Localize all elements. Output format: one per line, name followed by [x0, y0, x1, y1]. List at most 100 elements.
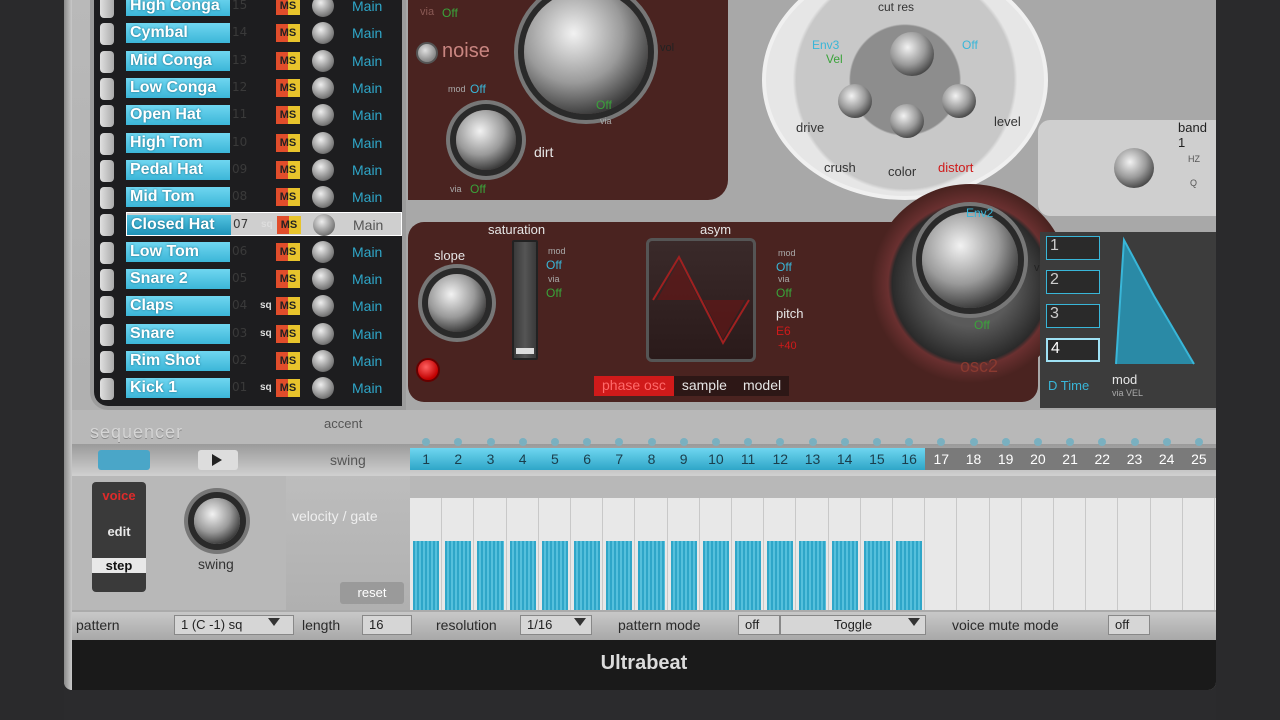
filter-off[interactable]: Off	[962, 38, 978, 52]
drive-knob[interactable]	[838, 84, 872, 118]
voice-pan-knob[interactable]	[312, 158, 334, 181]
crush-knob[interactable]	[890, 104, 924, 138]
reset-button[interactable]: reset	[340, 582, 404, 604]
velocity-bar[interactable]	[413, 541, 440, 610]
voice-output[interactable]: Main	[352, 244, 382, 260]
velocity-bar[interactable]	[606, 541, 633, 610]
voice-output[interactable]: Main	[352, 53, 382, 69]
voice-tab[interactable]	[100, 269, 114, 291]
voice-name[interactable]: High Tom	[126, 132, 230, 153]
voice-name[interactable]: Closed Hat	[127, 215, 231, 236]
step-22[interactable]: 22	[1086, 448, 1118, 470]
voice-tab[interactable]	[100, 350, 114, 373]
dirt-knob[interactable]	[456, 110, 516, 170]
voice-pan-knob[interactable]	[312, 322, 334, 345]
voice-tab[interactable]	[100, 296, 114, 319]
voice-name[interactable]: Claps	[126, 296, 230, 317]
voice-tab[interactable]	[100, 159, 114, 182]
mute-solo-button[interactable]: MS	[276, 379, 300, 398]
voice-row[interactable]: Low Conga 12 MS Main	[126, 76, 402, 100]
voice-output[interactable]: Main	[352, 0, 382, 14]
env2-label[interactable]: Env2	[966, 206, 993, 220]
velocity-bar[interactable]	[863, 541, 890, 610]
voice-name[interactable]: Mid Conga	[126, 50, 230, 71]
voice-row[interactable]: Snare 03 sq MS Main	[126, 322, 402, 346]
mute-solo-button[interactable]: MS	[276, 160, 300, 179]
accent-dot[interactable]	[486, 438, 495, 446]
step-13[interactable]: 13	[796, 448, 829, 470]
velocity-column[interactable]	[957, 498, 990, 610]
velocity-bar[interactable]	[735, 541, 762, 610]
level-knob[interactable]	[942, 84, 976, 118]
voice-tab[interactable]	[100, 132, 114, 155]
accent-dot[interactable]	[808, 438, 817, 446]
voice-row[interactable]: High Conga 15 MS Main	[126, 0, 402, 18]
voice-pan-knob[interactable]	[312, 49, 334, 72]
velocity-bar[interactable]	[831, 541, 858, 610]
voice-output[interactable]: Main	[352, 189, 382, 205]
velocity-column[interactable]	[1183, 498, 1215, 610]
voice-output[interactable]: Main	[352, 25, 382, 41]
voice-tab[interactable]	[100, 105, 114, 128]
voice-output[interactable]: Main	[352, 353, 382, 369]
accent-dot[interactable]	[1130, 438, 1139, 446]
voice-row[interactable]: Snare 2 05 MS Main	[126, 267, 402, 291]
env3-label[interactable]: Env3	[812, 38, 839, 52]
mute-solo-button[interactable]: MS	[276, 106, 300, 125]
accent-dot[interactable]	[518, 438, 527, 446]
mute-solo-button[interactable]: MS	[276, 188, 300, 207]
step-2[interactable]: 2	[442, 448, 475, 470]
velocity-column[interactable]	[925, 498, 958, 610]
voice-row[interactable]: Low Tom 06 MS Main	[126, 240, 402, 264]
velocity-bar[interactable]	[896, 541, 923, 610]
osc2-mod-off[interactable]: Off	[776, 260, 792, 274]
velocity-column[interactable]	[1118, 498, 1151, 610]
accent-dot[interactable]	[1194, 438, 1203, 446]
step-14[interactable]: 14	[828, 448, 861, 470]
step-24[interactable]: 24	[1151, 448, 1183, 470]
via-off-1[interactable]: Off	[442, 6, 458, 20]
step-7[interactable]: 7	[603, 448, 636, 470]
voice-row[interactable]: Pedal Hat 09 MS Main	[126, 158, 402, 182]
voice-pan-knob[interactable]	[312, 76, 334, 99]
pitch-cents[interactable]: +40	[778, 340, 797, 352]
velocity-bar[interactable]	[477, 541, 504, 610]
voice-name[interactable]: Mid Tom	[126, 187, 230, 208]
step-10[interactable]: 10	[699, 448, 732, 470]
velocity-bar[interactable]	[702, 541, 729, 610]
osc2-vol-knob[interactable]	[922, 212, 1018, 308]
pitch-note[interactable]: E6	[776, 324, 791, 338]
voice-pan-knob[interactable]	[312, 131, 334, 154]
mode-edit-button[interactable]: edit	[92, 524, 146, 539]
velocity-column[interactable]	[1054, 498, 1087, 610]
mute-solo-button[interactable]: MS	[276, 242, 300, 261]
step-12[interactable]: 12	[764, 448, 797, 470]
env-button-4[interactable]: 4	[1046, 338, 1100, 362]
accent-dot[interactable]	[711, 438, 720, 446]
voice-row[interactable]: Claps 04 sq MS Main	[126, 294, 402, 318]
env-button-1[interactable]: 1	[1046, 236, 1100, 260]
step-19[interactable]: 19	[990, 448, 1022, 470]
voice-tab[interactable]	[100, 323, 114, 346]
step-21[interactable]: 21	[1054, 448, 1086, 470]
step-18[interactable]: 18	[957, 448, 989, 470]
velocity-bar[interactable]	[670, 541, 697, 610]
slope-knob[interactable]	[428, 274, 486, 332]
voice-output[interactable]: Main	[352, 135, 382, 151]
osc2-off[interactable]: Off	[974, 318, 990, 332]
mute-solo-button[interactable]: MS	[276, 297, 300, 316]
voice-mute-toggle[interactable]: off	[1108, 615, 1150, 635]
step-20[interactable]: 20	[1022, 448, 1054, 470]
voice-pan-knob[interactable]	[312, 0, 334, 17]
voice-row[interactable]: Closed Hat 07 sq MS Main	[126, 212, 402, 237]
eq-freq-knob[interactable]	[1114, 148, 1154, 188]
accent-dot[interactable]	[1162, 438, 1171, 446]
sat-mod-off[interactable]: Off	[546, 258, 562, 272]
noise-vol-off[interactable]: Off	[596, 98, 612, 112]
play-button[interactable]	[198, 450, 238, 470]
voice-output[interactable]: Main	[352, 298, 382, 314]
voice-pan-knob[interactable]	[312, 377, 334, 400]
velocity-bar[interactable]	[509, 541, 536, 610]
noise-power-icon[interactable]	[416, 42, 438, 64]
voice-output[interactable]: Main	[352, 162, 382, 178]
